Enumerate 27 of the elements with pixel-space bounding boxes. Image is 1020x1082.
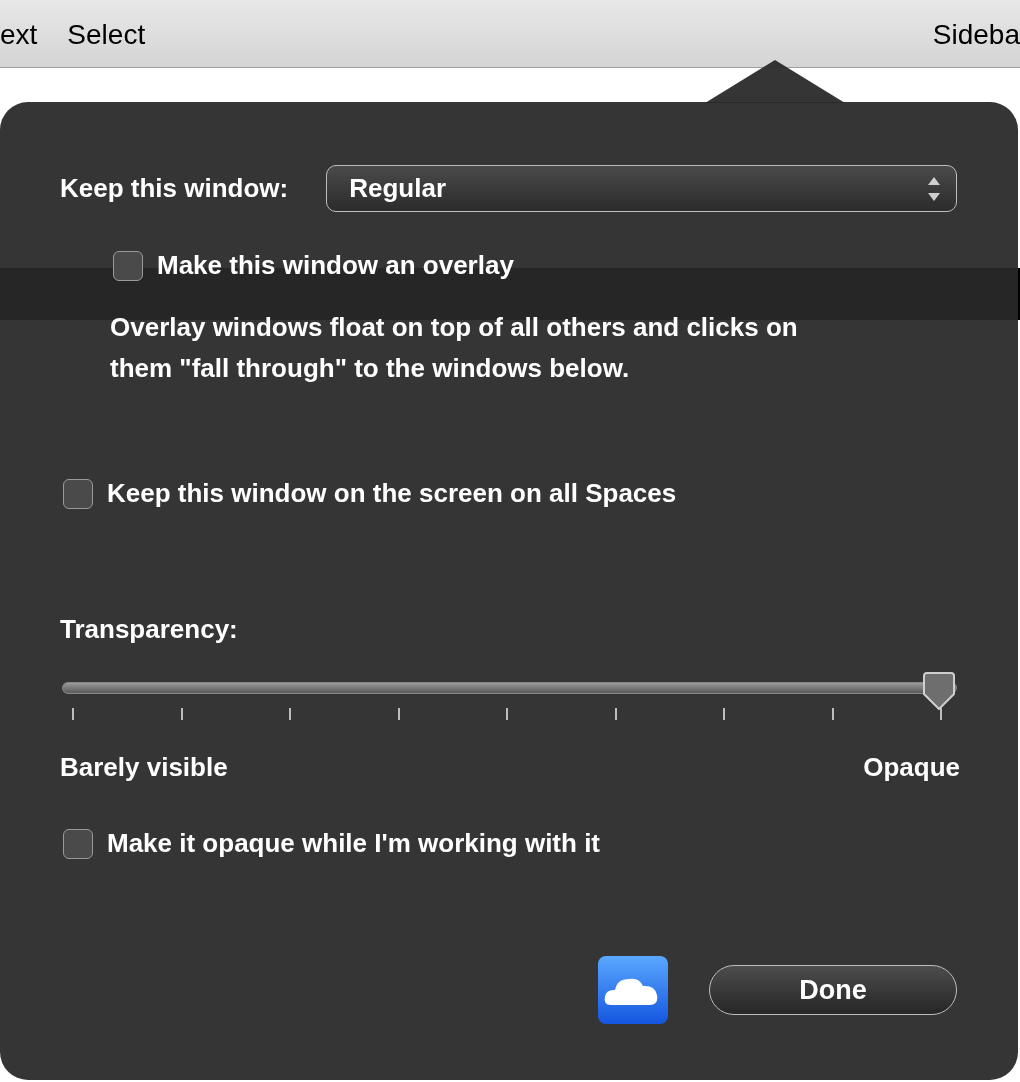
tick-mark — [397, 708, 400, 720]
done-button[interactable]: Done — [709, 965, 957, 1015]
cloud-app-icon — [597, 955, 669, 1025]
tick-mark — [831, 708, 834, 720]
min-label: Barely visible — [60, 751, 228, 784]
window-level-select[interactable]: Regular — [326, 165, 957, 212]
tick-mark — [940, 708, 942, 720]
slider-thumb[interactable] — [922, 672, 956, 710]
tick-mark — [72, 708, 74, 720]
tick-mark — [180, 708, 183, 720]
tick-mark — [723, 708, 725, 720]
max-label: Opaque — [863, 751, 960, 784]
tick-mark — [289, 708, 291, 720]
transparency-label: Transparency: — [60, 613, 239, 646]
overlay-description: Overlay windows float on top of all others and clicks on them "fall through" to the windows below. — [110, 311, 799, 385]
checkbox[interactable] — [113, 250, 143, 281]
checkbox[interactable] — [63, 478, 93, 509]
opaque-checkbox-label: Make it opaque while I'm working with it — [107, 827, 600, 860]
toolbar-item[interactable]: Select — [67, 13, 146, 56]
toolbar-item[interactable]: Sideba — [932, 13, 1020, 56]
keep-window-label: Keep this window: — [60, 172, 289, 205]
tick-mark — [506, 708, 508, 720]
all-spaces-checkbox-label: Keep this window on the screen on all Spaces — [107, 477, 677, 510]
toolbar-item[interactable]: ext — [0, 13, 38, 56]
overlay-checkbox-label: Make this window an overlay — [157, 249, 514, 282]
checkbox[interactable] — [63, 828, 93, 859]
tick-mark — [614, 708, 617, 720]
